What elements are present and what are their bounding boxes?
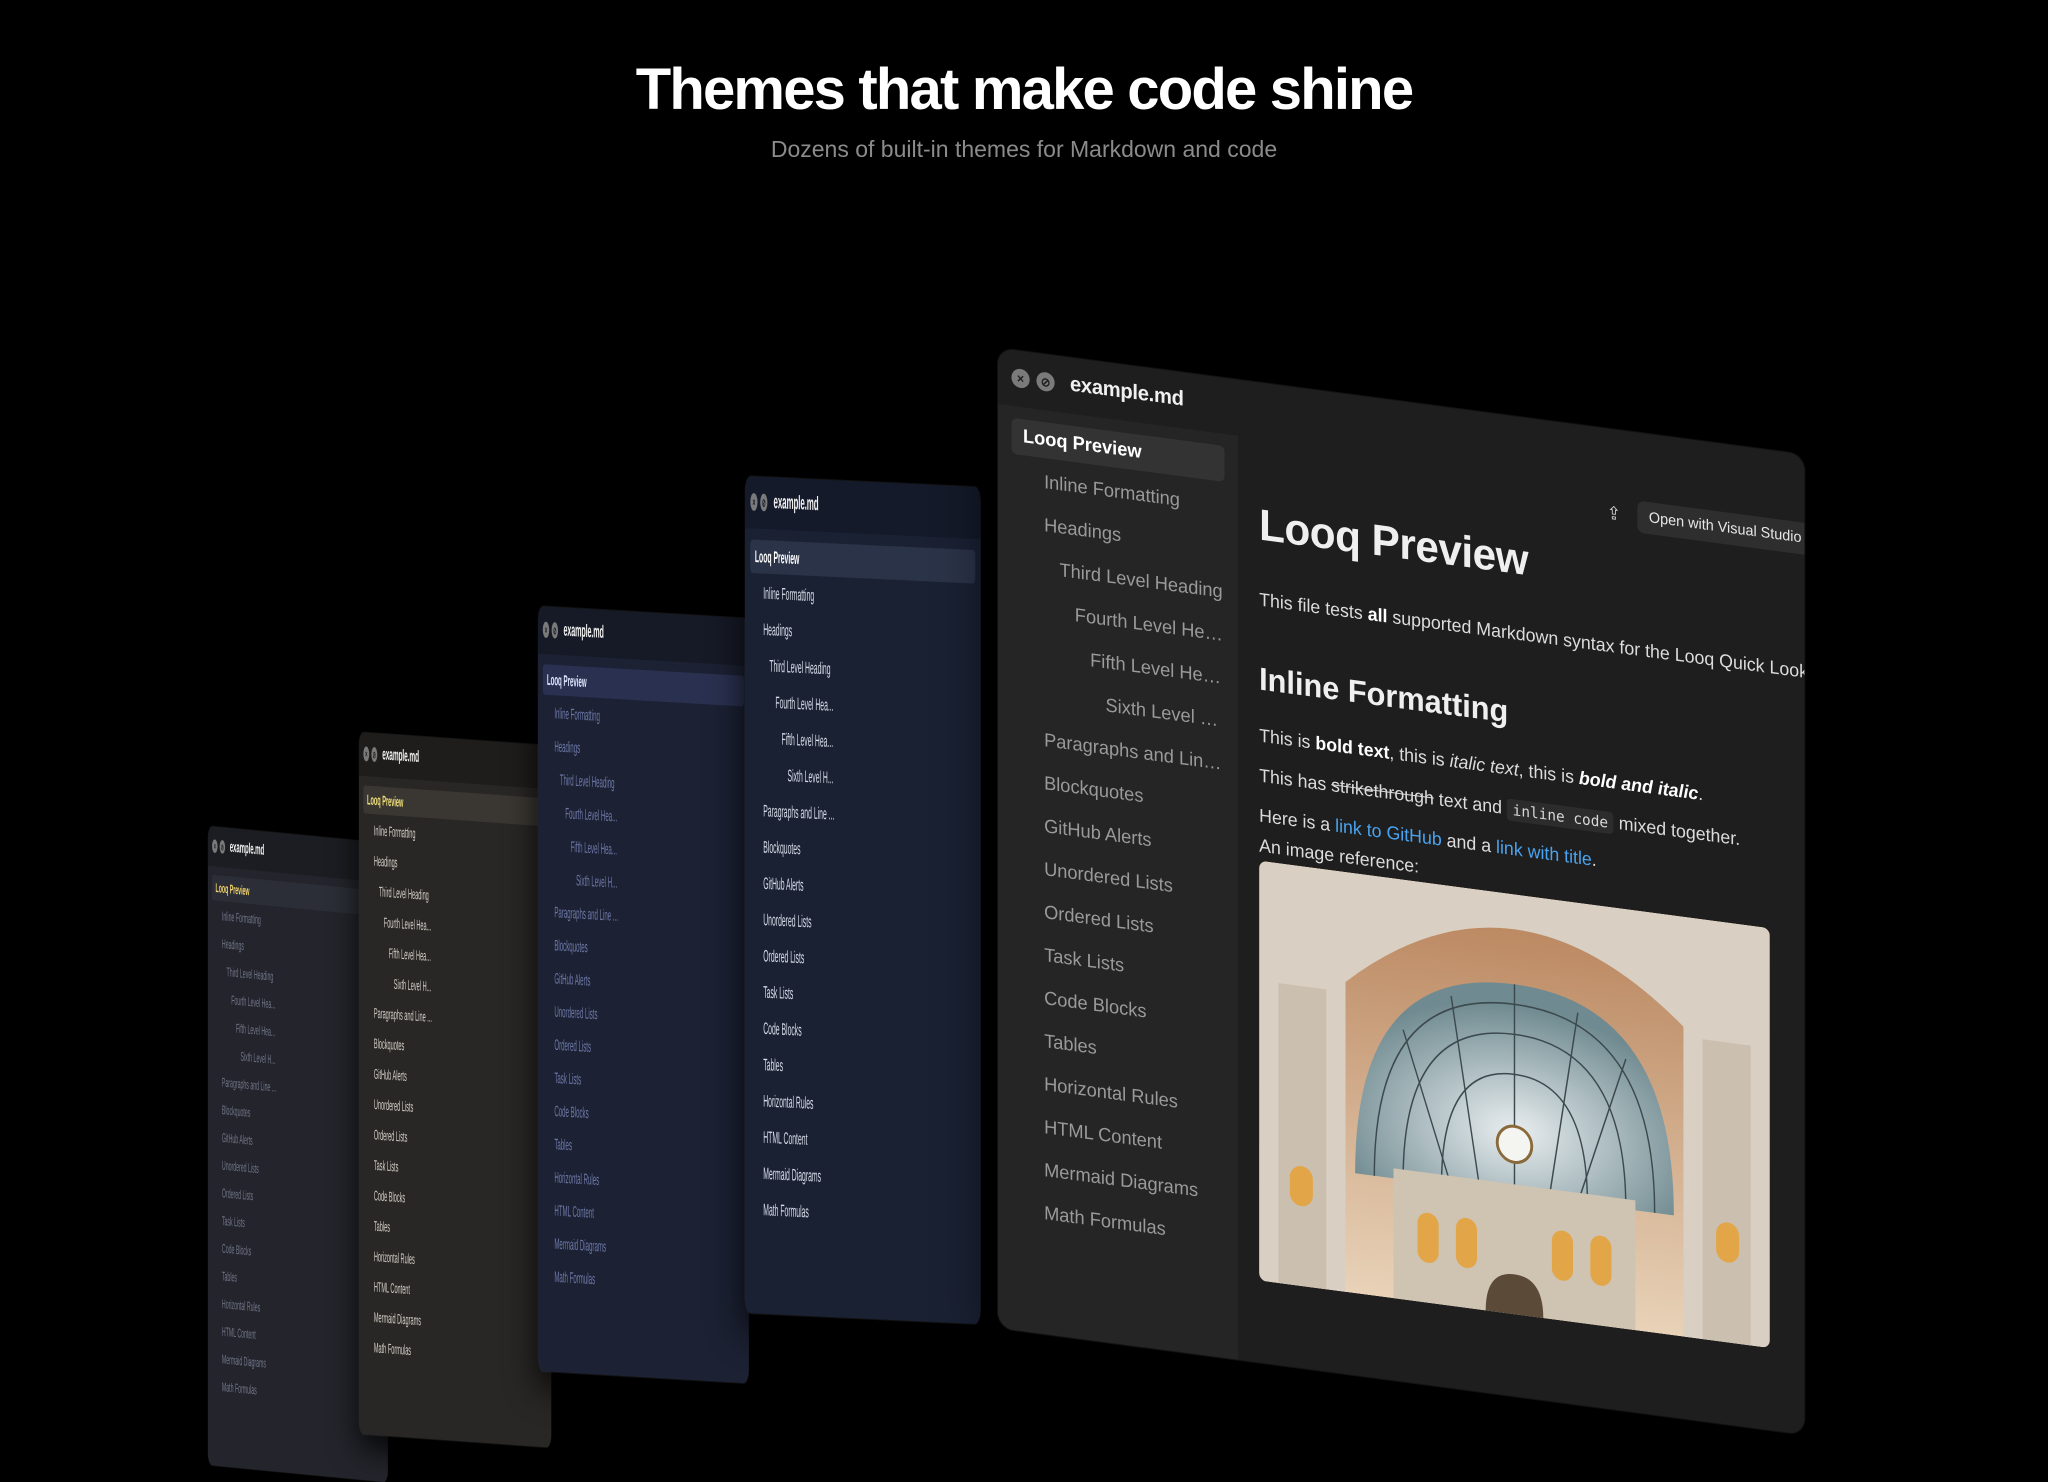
hero-subtitle: Dozens of built-in themes for Markdown a… [770,136,1278,162]
minimize-icon: ⊘ [553,624,557,637]
table-of-contents: Looq Preview Inline Formatting Headings Thi… [359,775,552,1448]
text: This file tests [1259,588,1368,624]
italic-text: italic text [1449,749,1519,780]
text: and a [1441,828,1497,857]
minimize-button[interactable]: ⊘ [551,622,559,639]
bold-text: all [1367,602,1388,627]
minimize-icon: ⊘ [761,495,766,510]
bold-italic-text: bold and italic [1578,766,1699,804]
share-button[interactable]: ⇪ [1607,503,1628,528]
share-icon: ⇪ [1606,502,1622,525]
link-github[interactable]: link to GitHub [1335,815,1442,850]
preview-window-theme-4: × ⊘ example.md Looq Preview Inline Formattin… [745,476,981,1325]
inline-code: inline code [1506,798,1614,835]
preview-window-theme-3: × ⊘ example.md Looq Preview Inline Formattin… [538,606,749,1384]
table-of-contents: Looq Preview Inline Formatting Headings Thi… [745,528,981,1325]
preview-window-main: × ⊘ example.md Looq Preview Inline Formattin… [998,348,1805,1435]
close-icon: × [365,748,368,760]
close-button[interactable]: × [363,746,370,762]
text: This is [1259,724,1316,753]
window-title: example.md [229,838,265,859]
window-title: example.md [773,491,819,515]
close-icon: × [752,494,756,510]
text: mixed together. [1613,811,1741,850]
text: This has [1259,764,1332,796]
text: . [1698,782,1704,805]
doc-title: Looq Preview [1259,500,1528,586]
window-title: example.md [1070,372,1184,411]
minimize-icon: ⊘ [372,748,376,761]
window-title: example.md [382,745,419,766]
minimize-button[interactable]: ⊘ [1036,371,1055,393]
close-icon: × [213,840,216,852]
hero-title: Themes that make code shine [635,57,1414,122]
table-of-contents: Looq Preview Inline Formatting Headings Thi… [998,404,1238,1360]
text: supported Markdown syntax for the Looq Q… [1392,606,1805,693]
close-button[interactable]: × [1011,367,1030,390]
minimize-button[interactable]: ⊘ [219,839,226,854]
close-icon: × [544,623,548,637]
toc-item[interactable]: Math Formulas [750,1192,975,1236]
text: Here is a [1259,804,1336,836]
close-icon: × [1016,370,1025,387]
bold-text: bold text [1315,731,1390,763]
minimize-icon: ⊘ [220,841,224,853]
text: text and [1433,787,1507,819]
open-with-vscode-button[interactable]: Open with Visual Studio Code [1637,500,1805,561]
minimize-button[interactable]: ⊘ [760,493,768,512]
minimize-icon: ⊘ [1040,374,1051,390]
train-station-photo [1259,860,1770,1349]
close-button[interactable]: × [750,492,758,512]
text: , this is [1389,741,1450,771]
close-button[interactable]: × [212,839,218,854]
strikethrough-text: strikethrough [1331,774,1434,809]
preview-window-theme-2: × ⊘ example.md Looq Preview Inline Formattin… [359,732,552,1448]
close-button[interactable]: × [542,621,550,639]
text: . [1591,848,1597,871]
table-of-contents: Looq Preview Inline Formatting Headings Thi… [538,653,749,1384]
text: , this is [1518,758,1579,788]
window-title: example.md [563,620,604,643]
link-with-title[interactable]: link with title [1496,836,1592,870]
minimize-button[interactable]: ⊘ [371,746,378,763]
doc-heading-inline-formatting: Inline Formatting [1259,660,1509,730]
markdown-preview: ⇪ Open with Visual Studio Code Looq Previe… [1238,436,1805,1435]
